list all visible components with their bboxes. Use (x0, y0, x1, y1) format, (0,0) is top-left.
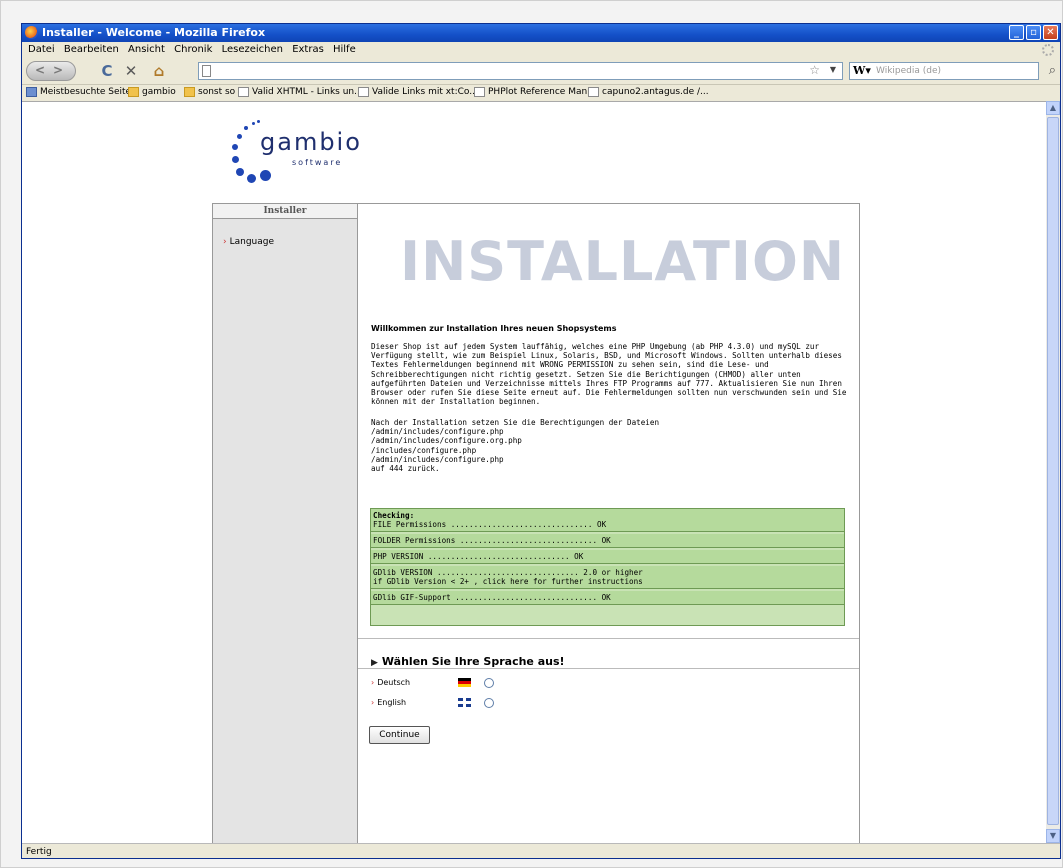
logo-wordmark: gambio (260, 128, 362, 156)
bookmark-capuno2[interactable]: capuno2.antagus.de /... (588, 87, 709, 97)
bookmark-valide-links[interactable]: Valide Links mit xt:Co... (358, 87, 478, 97)
file-path: /admin/includes/configure.php (371, 427, 504, 437)
gambio-logo: gambio software (222, 118, 382, 188)
page-icon (474, 87, 485, 97)
sidebar-item-language[interactable]: › Language (223, 237, 274, 247)
close-button[interactable]: ✕ (1043, 25, 1058, 40)
navigation-toolbar: < > C ✕ ⌂ ☆ ▼ W▾ Wikipedia (de) ⌕ (22, 58, 1060, 84)
smart-folder-icon (26, 87, 37, 97)
divider (358, 638, 859, 639)
scroll-thumb[interactable] (1047, 117, 1059, 825)
checking-panel: Checking: FILE Permissions ..............… (370, 508, 845, 626)
search-icon[interactable]: ⌕ (1049, 63, 1056, 78)
wikipedia-icon[interactable]: W▾ (853, 64, 871, 77)
triangle-right-icon: ▶ (371, 658, 378, 668)
menu-hilfe[interactable]: Hilfe (333, 44, 356, 55)
search-input[interactable]: W▾ Wikipedia (de) ⌕ (849, 62, 1056, 80)
sidebar: Installer › Language (212, 203, 358, 844)
page-icon (358, 87, 369, 97)
bookmark-valid-xhtml[interactable]: Valid XHTML - Links un... (238, 87, 363, 97)
check-file-permissions: Checking: FILE Permissions ..............… (371, 509, 844, 532)
gdlib-instructions-link[interactable]: if GDlib Version < 2+ , click here for f… (373, 577, 643, 586)
menu-chronik[interactable]: Chronik (174, 44, 212, 55)
intro-text: Dieser Shop ist auf jedem System lauffäh… (371, 342, 847, 407)
page-icon (238, 87, 249, 97)
title-bar: Installer - Welcome - Mozilla Firefox _ … (22, 24, 1060, 42)
reload-icon[interactable]: C (98, 61, 116, 81)
firefox-icon (25, 26, 38, 39)
language-option-deutsch: › Deutsch (371, 678, 411, 687)
bookmark-meistbesuchte[interactable]: Meistbesuchte Seiten (26, 87, 137, 97)
continue-button[interactable]: Continue (369, 726, 430, 744)
divider (358, 668, 859, 669)
folder-icon (128, 87, 139, 97)
minimize-button[interactable]: _ (1009, 25, 1024, 40)
uk-flag-icon (458, 698, 471, 707)
check-gdlib-version: GDlib VERSION ..........................… (371, 566, 844, 589)
welcome-heading: Willkommen zur Installation Ihres neuen … (371, 324, 617, 333)
menu-ansicht[interactable]: Ansicht (128, 44, 165, 55)
bookmark-star-icon[interactable]: ☆ (809, 63, 820, 77)
vertical-scrollbar[interactable]: ▲ ▼ (1046, 101, 1060, 843)
check-php-version: PHP VERSION ............................… (371, 550, 844, 564)
page-viewport: gambio software Installer › Language INST… (22, 101, 1046, 844)
chevron-right-icon: › (371, 678, 375, 687)
page-icon (202, 65, 211, 77)
radio-english[interactable] (484, 698, 494, 708)
menu-bar: Datei Bearbeiten Ansicht Chronik Lesezei… (22, 42, 1060, 58)
permissions-text: Nach der Installation setzen Sie die Ber… (371, 418, 849, 473)
search-placeholder: Wikipedia (de) (876, 66, 942, 76)
chevron-right-icon: › (223, 237, 227, 247)
page-title: INSTALLATION (400, 230, 846, 293)
page-icon (588, 87, 599, 97)
stop-icon[interactable]: ✕ (122, 61, 140, 81)
language-option-english: › English (371, 698, 407, 707)
bookmark-gambio[interactable]: gambio (128, 87, 176, 97)
file-path: /includes/configure.php (371, 445, 477, 455)
language-heading: ▶ Wählen Sie Ihre Sprache aus! (371, 655, 565, 668)
german-flag-icon (458, 678, 471, 687)
back-arrow-icon[interactable]: < (35, 63, 45, 77)
status-text: Fertig (26, 847, 52, 857)
home-icon[interactable]: ⌂ (149, 61, 169, 81)
browser-window: Installer - Welcome - Mozilla Firefox _ … (21, 23, 1061, 859)
scroll-down-icon[interactable]: ▼ (1046, 829, 1060, 843)
bookmark-sonst-so[interactable]: sonst so (184, 87, 235, 97)
bookmark-phplot[interactable]: PHPlot Reference Man... (474, 87, 596, 97)
file-path: /admin/includes/configure.php (371, 454, 504, 464)
logo-subtitle: software (292, 158, 343, 167)
menu-lesezeichen[interactable]: Lesezeichen (222, 44, 283, 55)
main-panel: INSTALLATION Willkommen zur Installation… (358, 203, 860, 844)
back-forward-group: < > (26, 61, 76, 81)
maximize-button[interactable]: ▫ (1026, 25, 1041, 40)
sidebar-heading: Installer (213, 204, 357, 219)
bookmarks-toolbar: Meistbesuchte Seiten gambio sonst so Val… (22, 84, 1060, 101)
url-dropdown-icon[interactable]: ▼ (830, 65, 836, 74)
file-path: /admin/includes/configure.org.php (371, 436, 522, 446)
menu-datei[interactable]: Datei (28, 44, 55, 55)
check-folder-permissions: FOLDER Permissions .....................… (371, 534, 844, 548)
status-bar: Fertig (22, 843, 1060, 860)
menu-extras[interactable]: Extras (292, 44, 324, 55)
scroll-up-icon[interactable]: ▲ (1046, 101, 1060, 115)
window-title: Installer - Welcome - Mozilla Firefox (42, 26, 266, 39)
radio-deutsch[interactable] (484, 678, 494, 688)
throbber-icon (1042, 44, 1054, 56)
url-input[interactable]: ☆ ▼ (198, 62, 843, 80)
menu-bearbeiten[interactable]: Bearbeiten (64, 44, 119, 55)
check-gif-support: GDlib GIF-Support ......................… (371, 591, 844, 605)
screenshot-frame: Installer - Welcome - Mozilla Firefox _ … (0, 0, 1063, 868)
folder-icon (184, 87, 195, 97)
forward-arrow-icon[interactable]: > (53, 63, 63, 77)
chevron-right-icon: › (371, 698, 375, 707)
